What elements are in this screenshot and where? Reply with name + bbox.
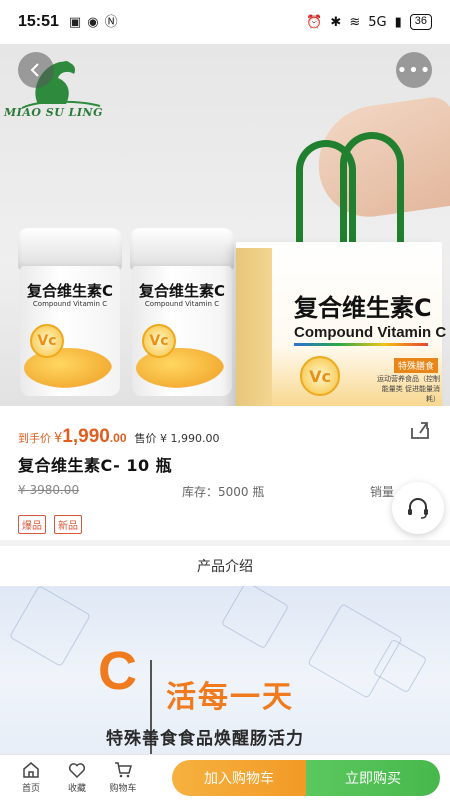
nav-cart-label: 购物车	[109, 784, 137, 794]
banner-title: 活每一天	[166, 680, 294, 715]
signal-icon: ▮	[394, 14, 402, 30]
add-to-cart-button[interactable]: 加入购物车	[172, 760, 306, 796]
bag-tag: 特殊膳食	[394, 358, 439, 373]
vc-badge-icon: Vc	[142, 324, 176, 358]
product-tags: 爆品 新品	[18, 515, 82, 534]
customer-service-button[interactable]	[392, 482, 444, 534]
bottom-action-bar: 首页 收藏 购物车 加入购物车 立即购买	[0, 754, 450, 800]
status-time: 15:51	[18, 13, 59, 30]
product-jar: 复合维生素C Compound Vitamin C Vc	[130, 228, 234, 396]
heart-icon	[68, 763, 86, 779]
home-icon	[23, 762, 39, 778]
bluetooth-icon: ✱	[330, 14, 342, 30]
tag-hot: 爆品	[18, 515, 46, 534]
sell-price: 售价 ¥ 1,990.00	[134, 432, 220, 445]
bag-note: 运动营养食品（控制能量类 促进能量消耗）	[377, 375, 440, 403]
nfc-icon: Ⓝ	[104, 14, 118, 30]
price-currency: ¥	[54, 431, 63, 446]
nav-favorite-label: 收藏	[67, 784, 86, 794]
nav-home-label: 首页	[21, 784, 40, 794]
nav-home[interactable]: 首页	[8, 761, 54, 794]
bag-subtitle: Compound Vitamin C	[294, 324, 447, 341]
banner-subtitle: 特殊善食食品焕醒肠活力	[106, 729, 304, 749]
final-price: 1,990	[62, 426, 110, 447]
network-label: 5G	[368, 14, 387, 30]
product-jar: 复合维生素C Compound Vitamin C Vc	[18, 228, 122, 396]
stock-count: 库存：5000 瓶	[182, 485, 265, 499]
wifi-icon: ≋	[349, 14, 361, 30]
vc-badge-icon: Vc	[300, 356, 340, 396]
product-title: 复合维生素C- 10 瓶	[18, 456, 173, 475]
banner-c-letter: C	[98, 641, 137, 701]
original-price: ¥ 3980.00	[18, 483, 80, 497]
product-intro-banner: C 活每一天 特殊善食食品焕醒肠活力	[0, 586, 450, 754]
status-bar: 15:51 ▣ ◉ Ⓝ ⏰ ✱ ≋ 5G ▮ 36	[0, 0, 450, 44]
more-button[interactable]: •••	[396, 52, 432, 88]
buy-now-button[interactable]: 立即购买	[306, 760, 440, 796]
product-image-carousel[interactable]: MIAO SU LING ••• 复合维生素C Compound Vitamin…	[0, 44, 450, 406]
product-meta-row: ¥ 3980.00 库存：5000 瓶 销量	[18, 483, 448, 499]
bag-handle	[340, 132, 404, 250]
product-intro-header: 产品介绍	[0, 546, 450, 586]
vc-badge-icon: Vc	[30, 324, 64, 358]
eye-icon: ◉	[87, 14, 99, 30]
share-icon[interactable]	[408, 418, 432, 442]
price-row: 到手价 ¥ 1,990 .00 售价 ¥ 1,990.00	[18, 426, 220, 448]
cart-icon	[115, 762, 132, 778]
tag-new: 新品	[54, 515, 82, 534]
brand-name: MIAO SU LING	[4, 106, 103, 119]
back-button[interactable]	[18, 52, 54, 88]
more-dots-icon: •••	[396, 59, 432, 81]
battery-indicator: 36	[409, 14, 432, 30]
headset-icon	[408, 498, 428, 519]
bag-title: 复合维生素C	[294, 294, 432, 322]
nav-cart[interactable]: 购物车	[100, 761, 146, 794]
chevron-left-icon	[30, 63, 39, 77]
final-price-decimal: .00	[109, 431, 127, 445]
product-info-card: 到手价 ¥ 1,990 .00 售价 ¥ 1,990.00 复合维生素C- 10…	[0, 406, 450, 540]
message-icon: ▣	[68, 14, 82, 30]
alarm-icon: ⏰	[306, 14, 323, 30]
nav-favorite[interactable]: 收藏	[54, 761, 100, 794]
final-price-label: 到手价	[18, 432, 51, 445]
